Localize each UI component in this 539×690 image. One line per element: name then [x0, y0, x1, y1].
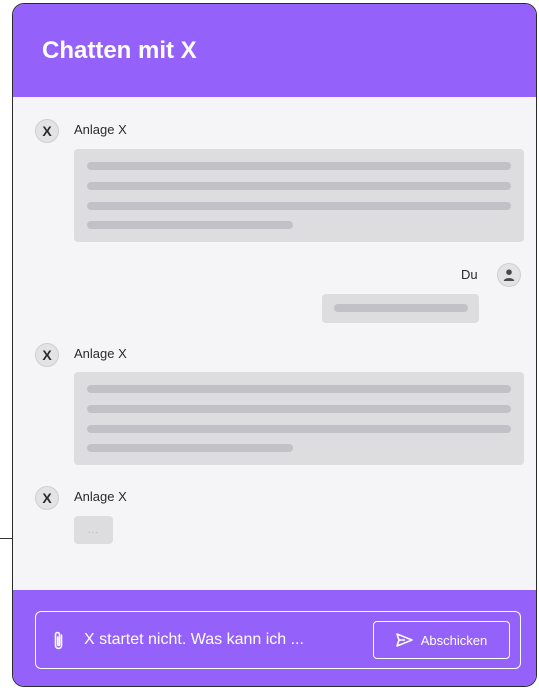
sender-name: Anlage X: [74, 346, 127, 361]
message-list[interactable]: X Anlage X Du X Anlage X X Anlage X ...: [13, 97, 536, 590]
text-placeholder-line: [87, 425, 511, 433]
typing-indicator: ...: [74, 516, 113, 544]
sender-name: Anlage X: [74, 489, 127, 504]
message-bubble: [322, 294, 479, 323]
sender-name: Anlage X: [74, 122, 127, 137]
message-input-value[interactable]: X startet nicht. Was kann ich ...: [84, 631, 304, 649]
text-placeholder-line: [87, 182, 511, 190]
chat-window: Chatten mit X X Anlage X Du X Anlage X X…: [12, 3, 537, 687]
user-icon: [503, 269, 515, 281]
message-input[interactable]: X startet nicht. Was kann ich ... Abschi…: [35, 611, 521, 669]
sender-name: Du: [461, 267, 478, 282]
text-placeholder-line: [87, 221, 293, 229]
bot-avatar: X: [35, 119, 59, 143]
text-placeholder-line: [87, 202, 511, 210]
send-button[interactable]: Abschicken: [373, 621, 510, 659]
chat-title: Chatten mit X: [42, 37, 197, 64]
text-placeholder-line: [87, 162, 511, 170]
bot-avatar: X: [35, 343, 59, 367]
text-placeholder-line: [87, 444, 293, 452]
send-icon: [395, 633, 413, 647]
connector-line: [0, 538, 12, 539]
composer-bar: X startet nicht. Was kann ich ... Abschi…: [13, 590, 536, 686]
bot-avatar: X: [35, 486, 59, 510]
user-avatar: [497, 263, 521, 287]
send-button-label: Abschicken: [420, 632, 488, 648]
text-placeholder-line: [334, 304, 468, 312]
chat-header: Chatten mit X: [13, 4, 536, 97]
text-placeholder-line: [87, 405, 511, 413]
message-bubble: [74, 149, 524, 242]
message-bubble: [74, 372, 524, 465]
paperclip-icon[interactable]: [52, 630, 66, 652]
text-placeholder-line: [87, 385, 511, 393]
